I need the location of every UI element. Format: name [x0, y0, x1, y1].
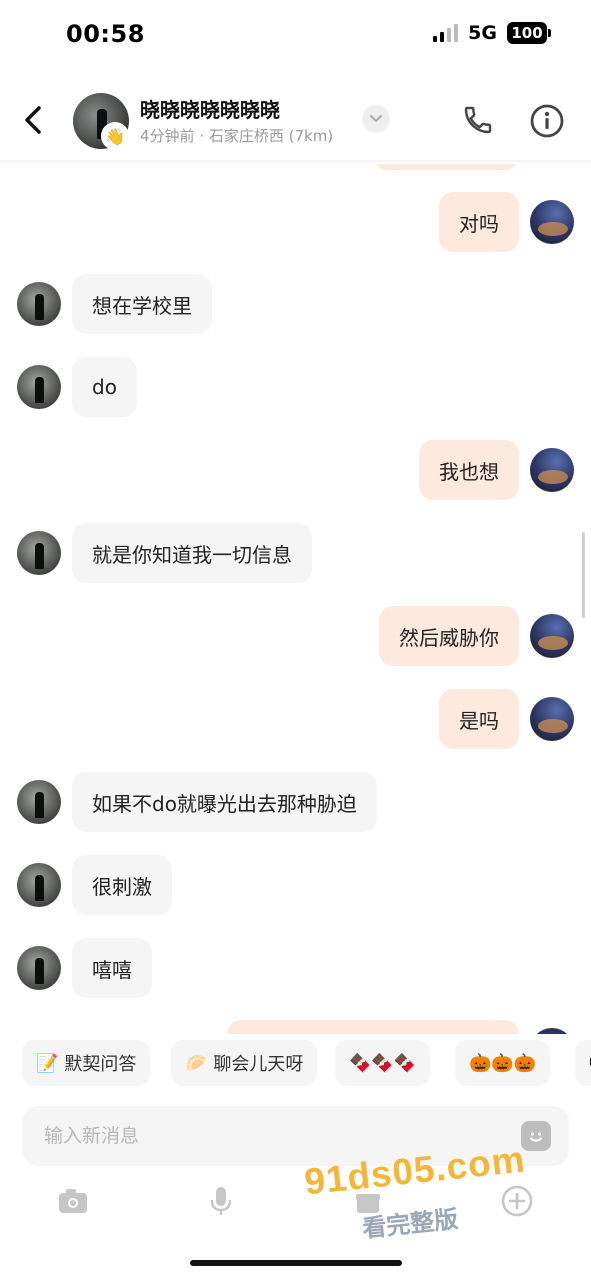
message-bubble-outgoing[interactable]: 对吗 — [439, 192, 519, 252]
info-button[interactable] — [528, 102, 566, 140]
contact-message-avatar[interactable] — [17, 863, 61, 907]
phone-icon — [464, 106, 492, 134]
chevron-down-icon — [370, 115, 382, 123]
quick-reply-chip[interactable]: 🥟 聊会儿天呀 — [171, 1040, 318, 1086]
signal-icon — [433, 24, 459, 42]
battery-level: 100 — [511, 24, 543, 42]
smiley-icon — [530, 1132, 542, 1142]
message-list[interactable]: 对吗 想在学校里 do 我也想 就是你知道我一切信息 然后威胁你 是吗 如果不d… — [0, 164, 591, 1034]
quick-reply-chip[interactable]: 🍫🍫🍫 — [335, 1040, 431, 1086]
sticker-icon: 🍫🍫🍫 — [349, 1052, 417, 1074]
my-avatar[interactable] — [530, 697, 574, 741]
quick-reply-chip[interactable]: 💬 — [575, 1040, 591, 1086]
message-bubble-partial — [227, 1020, 519, 1034]
status-bar: 00:58 5G 100 — [0, 0, 591, 70]
back-button[interactable] — [18, 100, 48, 140]
message-bubble-outgoing[interactable]: 然后威胁你 — [379, 606, 519, 666]
quiz-icon: 📝 — [36, 1052, 59, 1074]
quick-reply-chip[interactable]: 🎃🎃🎃 — [455, 1040, 551, 1086]
quick-reply-chip[interactable]: 📝 默契问答 — [22, 1040, 151, 1086]
quick-reply-label: 聊会儿天呀 — [213, 1054, 304, 1075]
watermark-subtext: 看完整版 — [361, 1205, 460, 1243]
contact-message-avatar[interactable] — [17, 531, 61, 575]
message-bubble-incoming[interactable]: 嘻嘻 — [72, 938, 152, 998]
my-avatar[interactable] — [530, 200, 574, 244]
contact-message-avatar[interactable] — [17, 780, 61, 824]
contact-message-avatar[interactable] — [17, 946, 61, 990]
emoji-button[interactable] — [521, 1121, 551, 1151]
sticker-icon: 🎃🎃🎃 — [469, 1052, 537, 1074]
quick-reply-bar[interactable]: 📝 默契问答 🥟 聊会儿天呀 🍫🍫🍫 🎃🎃🎃 💬 — [0, 1040, 591, 1086]
message-bubble-incoming[interactable]: 就是你知道我一切信息 — [72, 523, 312, 583]
chevron-left-icon — [25, 106, 41, 134]
chat-header: 👋 晓晓晓晓晓晓晓 4分钟前 · 石家庄桥西 (7km) — [0, 78, 591, 164]
network-type: 5G — [468, 22, 497, 44]
my-avatar — [530, 1028, 574, 1034]
quick-reply-label: 默契问答 — [64, 1054, 137, 1075]
message-bubble-outgoing[interactable]: 是吗 — [439, 689, 519, 749]
message-bubble-incoming[interactable]: do — [72, 357, 137, 417]
status-time: 00:58 — [66, 20, 145, 48]
contact-status: 4分钟前 · 石家庄桥西 (7km) — [140, 127, 334, 145]
my-avatar[interactable] — [530, 614, 574, 658]
dumpling-icon: 🥟 — [185, 1052, 208, 1074]
home-indicator[interactable] — [190, 1260, 402, 1266]
status-indicators: 5G 100 — [433, 22, 551, 44]
voice-button[interactable] — [198, 1178, 244, 1224]
info-icon — [530, 104, 564, 138]
contact-message-avatar[interactable] — [17, 365, 61, 409]
watermark: 91ds05.com 看完整版 — [302, 1139, 544, 1250]
scrollbar[interactable] — [582, 532, 585, 618]
contact-name[interactable]: 晓晓晓晓晓晓晓 — [140, 94, 280, 123]
message-bubble-incoming[interactable]: 很刺激 — [72, 855, 172, 915]
contact-message-avatar[interactable] — [17, 282, 61, 326]
wave-hand-icon: 👋 — [101, 122, 129, 150]
message-bubble-incoming[interactable]: 如果不do就曝光出去那种胁迫 — [72, 772, 377, 832]
message-bubble-partial — [373, 164, 519, 170]
my-avatar[interactable] — [530, 448, 574, 492]
camera-button[interactable] — [50, 1178, 96, 1224]
battery-icon: 100 — [507, 22, 551, 44]
call-button[interactable] — [460, 102, 496, 138]
message-bubble-incoming[interactable]: 想在学校里 — [72, 274, 212, 334]
expand-button[interactable] — [362, 105, 390, 133]
camera-icon — [59, 1189, 87, 1213]
message-bubble-outgoing[interactable]: 我也想 — [419, 440, 519, 500]
microphone-icon — [210, 1187, 232, 1215]
